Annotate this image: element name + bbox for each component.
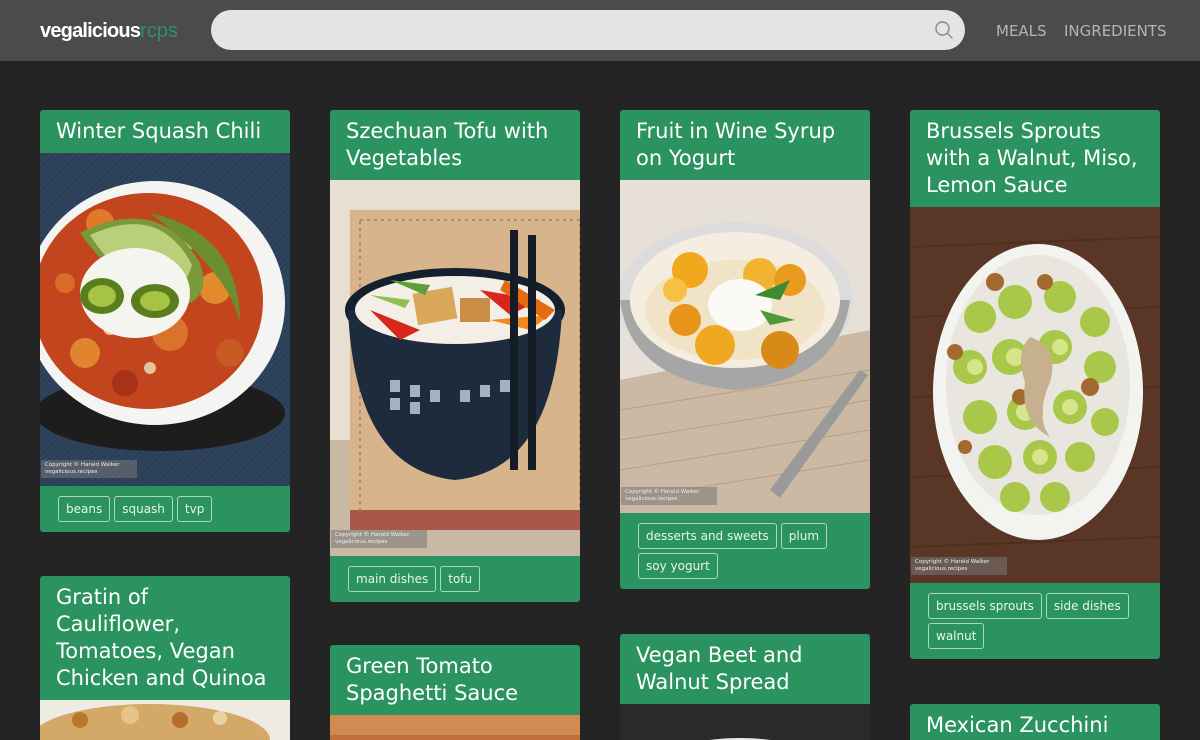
- recipe-title[interactable]: Vegan Beet and Walnut Spread: [620, 634, 870, 704]
- copyright-site: vegalicious.recipes: [335, 539, 388, 545]
- tag[interactable]: tofu: [440, 566, 481, 592]
- tag-list: desserts and sweets plum soy yogurt: [620, 513, 870, 589]
- recipe-card[interactable]: Szechuan Tofu with Vegetables Copyright …: [330, 110, 580, 602]
- tag-list: main dishes tofu: [330, 556, 580, 602]
- tag[interactable]: main dishes: [348, 566, 437, 592]
- recipe-card[interactable]: Mexican Zucchini: [910, 704, 1160, 740]
- copyright-text: Copyright © Harald Walker: [915, 559, 990, 565]
- site-logo[interactable]: vegaliciousrcps: [40, 18, 178, 44]
- nav-ingredients[interactable]: INGREDIENTS: [1064, 21, 1167, 41]
- search-input[interactable]: [211, 10, 965, 50]
- photo-copyright: Copyright © Harald Walker vegalicious.rec…: [911, 557, 1007, 575]
- tag[interactable]: brussels sprouts: [928, 593, 1042, 619]
- recipe-card[interactable]: Gratin of Cauliflower, Tomatoes, Vegan C…: [40, 576, 290, 740]
- recipe-title[interactable]: Winter Squash Chili: [40, 110, 290, 153]
- recipe-title[interactable]: Mexican Zucchini: [910, 704, 1160, 740]
- recipe-card[interactable]: Fruit in Wine Syrup on Yogurt Copyright …: [620, 110, 870, 589]
- recipe-image[interactable]: Copyright © Harald Walker vegalicious.rec…: [620, 180, 870, 513]
- tag[interactable]: plum: [780, 523, 828, 549]
- copyright-site: vegalicious.recipes: [625, 496, 678, 502]
- tag[interactable]: squash: [114, 496, 173, 522]
- recipe-title[interactable]: Brussels Sprouts with a Walnut, Miso, Le…: [910, 110, 1160, 207]
- search-icon[interactable]: [934, 20, 954, 40]
- tag-list: brussels sprouts side dishes walnut: [910, 583, 1160, 659]
- copyright-text: Copyright © Harald Walker: [45, 462, 120, 468]
- recipe-title[interactable]: Green Tomato Spaghetti Sauce: [330, 645, 580, 715]
- recipe-title[interactable]: Szechuan Tofu with Vegetables: [330, 110, 580, 180]
- recipe-title[interactable]: Gratin of Cauliflower, Tomatoes, Vegan C…: [40, 576, 290, 700]
- recipe-card[interactable]: Brussels Sprouts with a Walnut, Miso, Le…: [910, 110, 1160, 659]
- copyright-site: vegalicious.recipes: [915, 566, 968, 572]
- recipe-image[interactable]: Copyright © Harald Walker vegalicious.rec…: [40, 153, 290, 486]
- photo-copyright: Copyright © Harald Walker vegalicious.rec…: [41, 460, 137, 478]
- recipe-image[interactable]: [40, 700, 290, 740]
- recipe-image[interactable]: [620, 704, 870, 740]
- tag[interactable]: beans: [58, 496, 111, 522]
- copyright-text: Copyright © Harald Walker: [625, 489, 700, 495]
- recipe-card[interactable]: Winter Squash Chili Copyright © Harald W…: [40, 110, 290, 532]
- copyright-site: vegalicious.recipes: [45, 469, 98, 475]
- tag[interactable]: tvp: [176, 496, 213, 522]
- recipe-title[interactable]: Fruit in Wine Syrup on Yogurt: [620, 110, 870, 180]
- recipe-image[interactable]: Copyright © Harald Walker vegalicious.rec…: [330, 180, 580, 556]
- nav-meals[interactable]: MEALS: [996, 21, 1047, 41]
- top-bar: vegaliciousrcps MEALS INGREDIENTS: [0, 0, 1200, 61]
- recipe-image[interactable]: [330, 715, 580, 740]
- tag[interactable]: side dishes: [1045, 593, 1129, 619]
- logo-name: vegalicious: [40, 20, 141, 42]
- tag[interactable]: soy yogurt: [638, 553, 718, 579]
- recipe-card[interactable]: Vegan Beet and Walnut Spread: [620, 634, 870, 740]
- photo-copyright: Copyright © Harald Walker vegalicious.rec…: [331, 530, 427, 548]
- tag[interactable]: walnut: [928, 623, 985, 649]
- tag-list: beans squash tvp: [40, 486, 290, 532]
- recipe-card[interactable]: Green Tomato Spaghetti Sauce: [330, 645, 580, 740]
- logo-accent: rcps: [140, 20, 178, 42]
- photo-copyright: Copyright © Harald Walker vegalicious.rec…: [621, 487, 717, 505]
- tag[interactable]: desserts and sweets: [638, 523, 777, 549]
- copyright-text: Copyright © Harald Walker: [335, 532, 410, 538]
- recipe-image[interactable]: Copyright © Harald Walker vegalicious.rec…: [910, 207, 1160, 583]
